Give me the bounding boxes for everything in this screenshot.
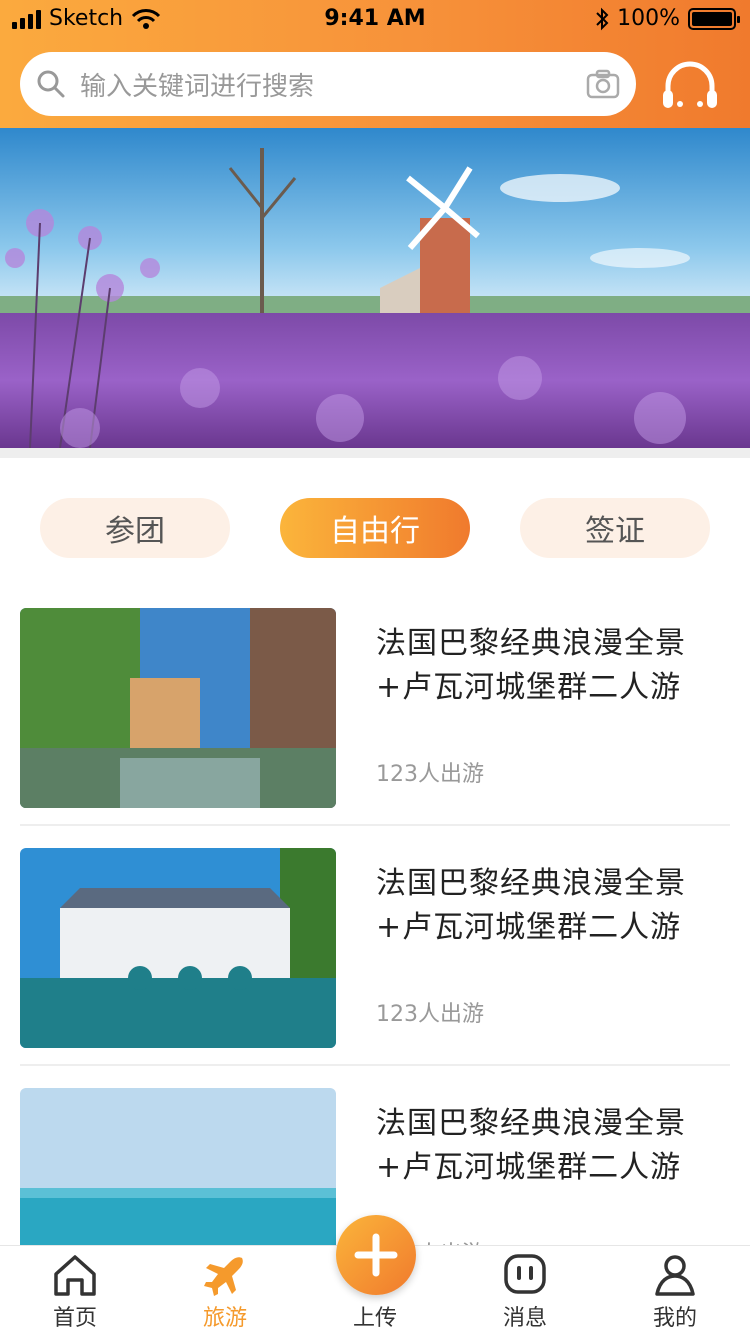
tab-group-tour[interactable]: 参团 xyxy=(40,498,230,558)
tab-messages-label: 消息 xyxy=(502,1306,547,1331)
upload-button[interactable] xyxy=(336,1215,416,1295)
plane-icon xyxy=(204,1257,243,1296)
tab-upload-label: 上传 xyxy=(352,1306,397,1331)
home-icon xyxy=(54,1255,96,1296)
bottom-tab-bar: 首页 旅游 上传 消息 我的 xyxy=(0,1215,750,1334)
item-title: 法国巴黎经典浪漫全景+卢瓦河城堡群二人游 xyxy=(376,1106,686,1185)
tab-messages[interactable]: 消息 xyxy=(450,1246,600,1334)
banner-divider xyxy=(0,448,750,458)
message-icon xyxy=(504,1254,546,1294)
category-tabs: 参团 自由行 签证 xyxy=(0,498,750,558)
battery-percent: 100% xyxy=(617,6,680,31)
list-divider xyxy=(20,1064,730,1066)
tab-profile[interactable]: 我的 xyxy=(600,1246,750,1334)
tab-upload[interactable]: 上传 xyxy=(300,1215,450,1334)
status-bar: Sketch 9:41 AM 100% xyxy=(0,0,750,40)
item-count: 123人出游 xyxy=(376,762,484,787)
banner-image xyxy=(0,128,750,448)
tab-home[interactable]: 首页 xyxy=(0,1246,150,1334)
search-input[interactable]: 输入关键词进行搜索 xyxy=(80,66,586,103)
tab-visa[interactable]: 签证 xyxy=(520,498,710,558)
header: Sketch 9:41 AM 100% 输入关键词进行搜索 xyxy=(0,0,750,128)
list-item[interactable]: 法国巴黎经典浪漫全景+卢瓦河城堡群二人游 123人出游 xyxy=(20,848,730,1048)
battery-icon xyxy=(688,7,740,30)
tab-home-label: 首页 xyxy=(52,1306,97,1331)
item-title: 法国巴黎经典浪漫全景+卢瓦河城堡群二人游 xyxy=(376,626,686,705)
item-thumbnail xyxy=(20,608,336,808)
tab-travel-label: 旅游 xyxy=(202,1306,247,1331)
profile-icon xyxy=(655,1255,695,1296)
tab-travel[interactable]: 旅游 xyxy=(150,1246,300,1334)
bluetooth-icon xyxy=(596,7,609,30)
hero-banner[interactable] xyxy=(0,128,750,448)
search-bar[interactable]: 输入关键词进行搜索 xyxy=(20,52,636,116)
status-right: 100% xyxy=(595,6,740,31)
tab-profile-label: 我的 xyxy=(652,1306,697,1331)
tab-free-travel[interactable]: 自由行 xyxy=(280,498,470,558)
item-thumbnail xyxy=(20,848,336,1048)
item-count: 123人出游 xyxy=(376,1002,484,1027)
headset-icon[interactable] xyxy=(660,56,720,112)
search-icon xyxy=(37,70,65,98)
list-item[interactable]: 法国巴黎经典浪漫全景+卢瓦河城堡群二人游 123人出游 xyxy=(20,608,730,808)
plus-icon xyxy=(354,1233,398,1277)
item-title: 法国巴黎经典浪漫全景+卢瓦河城堡群二人游 xyxy=(376,866,686,945)
list-divider xyxy=(20,824,730,826)
camera-icon[interactable] xyxy=(586,69,620,99)
